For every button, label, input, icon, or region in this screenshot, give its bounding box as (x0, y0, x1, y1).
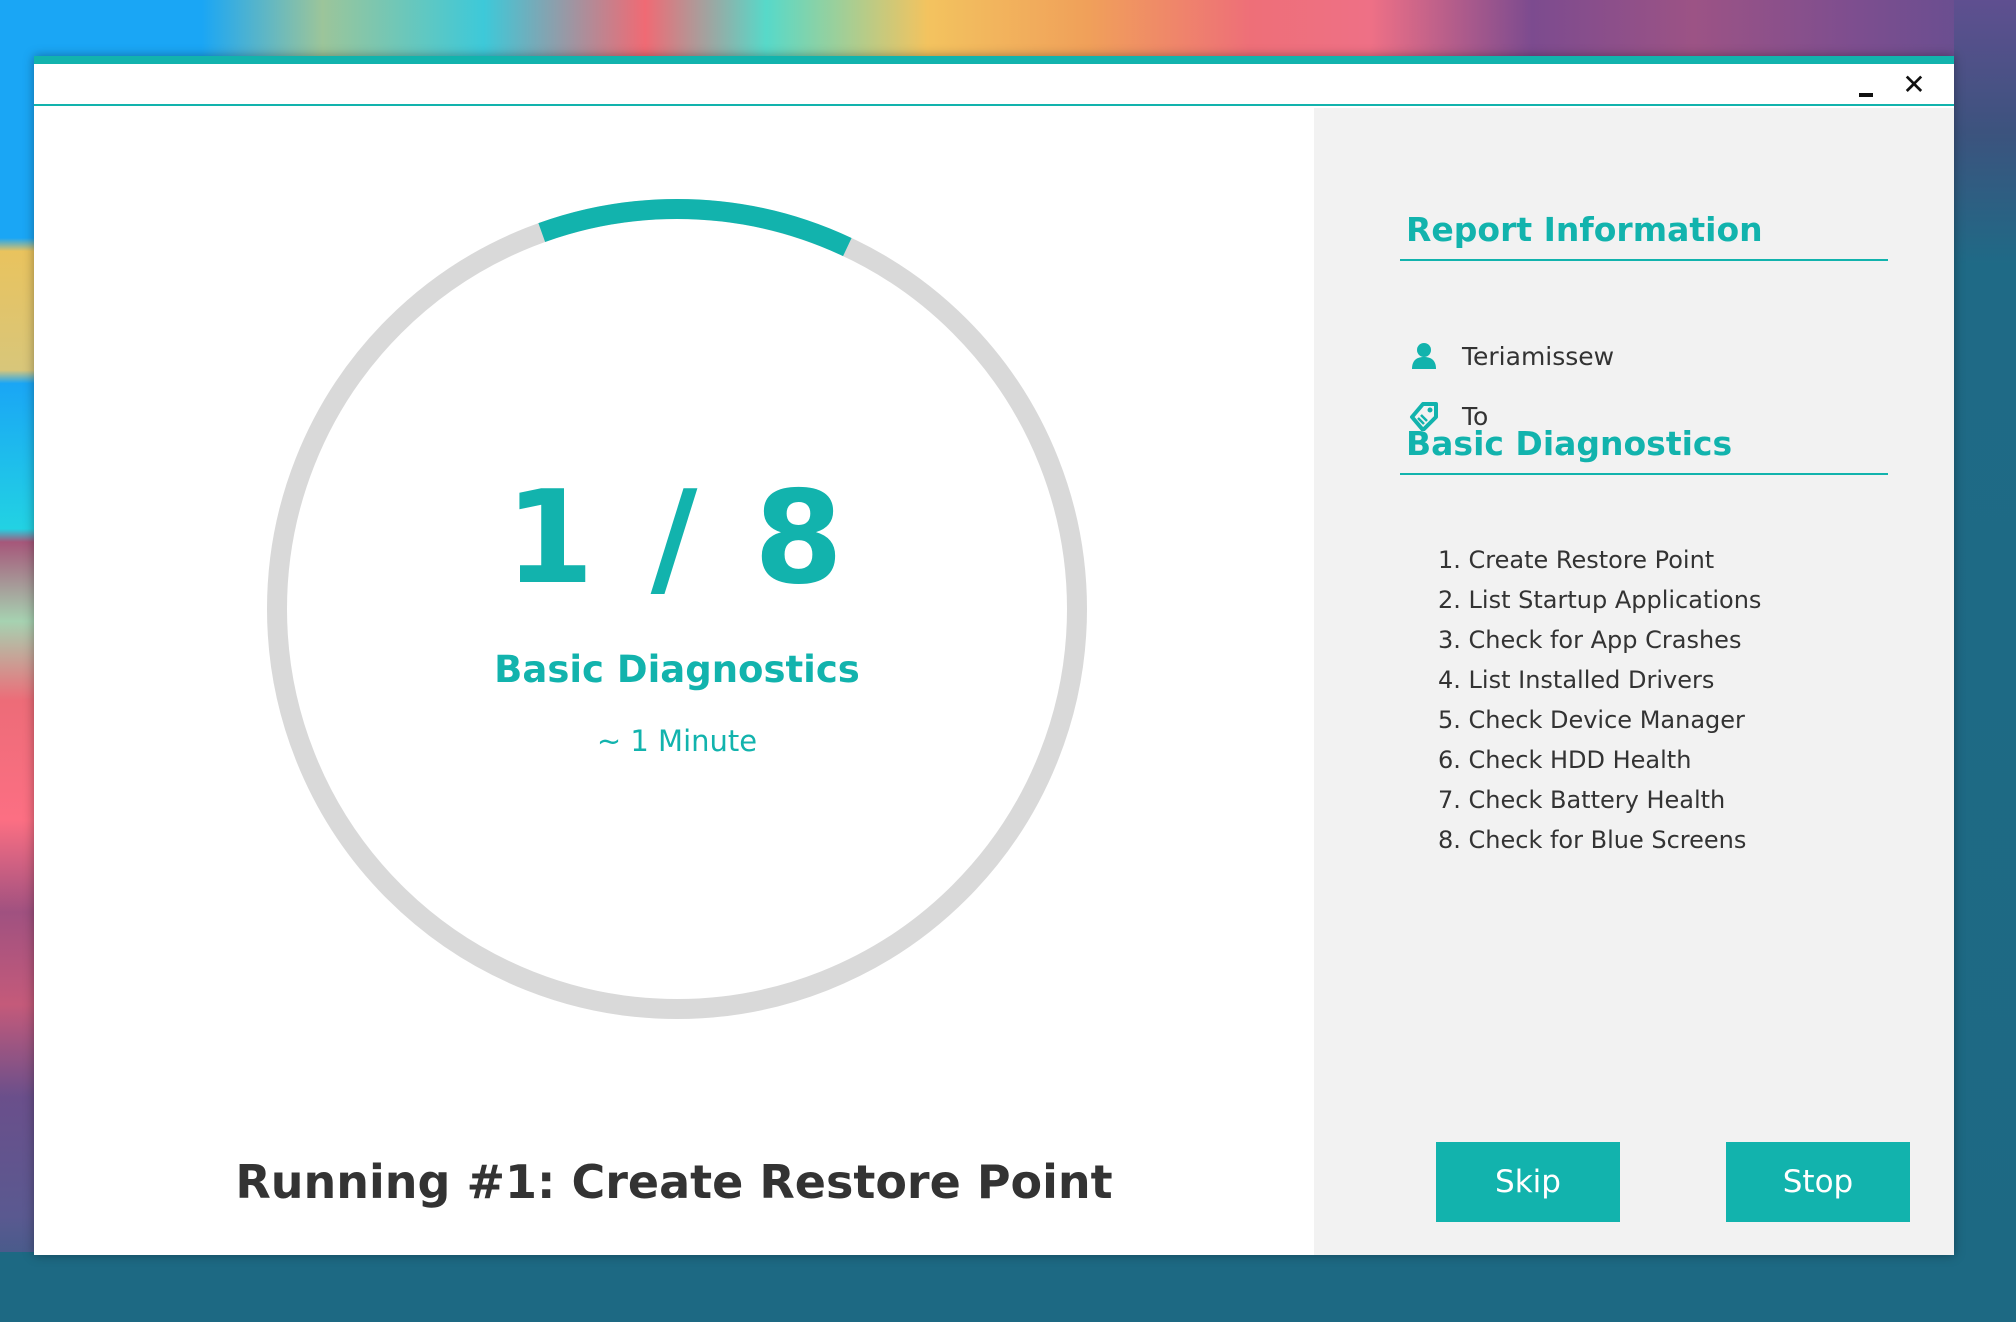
diagnostic-step: 6. Check HDD Health (1438, 746, 1692, 774)
diagnostics-window: ✕ 1 / 8 Basic Diagnostics ~ 1 Minute Run… (34, 56, 1954, 1255)
progress-panel: 1 / 8 Basic Diagnostics ~ 1 Minute Runni… (34, 108, 1314, 1255)
report-user-name: Teriamissew (1462, 341, 1615, 371)
close-icon: ✕ (1902, 67, 1926, 101)
basic-diagnostics-heading: Basic Diagnostics (1400, 424, 1888, 475)
diagnostic-step: 7. Check Battery Health (1438, 786, 1726, 814)
minimize-button[interactable] (1844, 64, 1888, 104)
diagnostic-steps-list: 1. Create Restore Point 2. List Startup … (1438, 540, 1761, 860)
report-user-row: Teriamissew (1408, 338, 1614, 374)
diagnostic-category-title: Basic Diagnostics (494, 648, 860, 691)
close-button[interactable]: ✕ (1892, 64, 1936, 104)
diagnostic-step: 5. Check Device Manager (1438, 706, 1745, 734)
diagnostic-step: 1. Create Restore Point (1438, 546, 1715, 574)
diagnostic-step: 2. List Startup Applications (1438, 586, 1762, 614)
diagnostic-step: 8. Check for Blue Screens (1438, 826, 1747, 854)
diagnostic-step: 3. Check for App Crashes (1438, 626, 1742, 654)
progress-ring: 1 / 8 Basic Diagnostics ~ 1 Minute (264, 196, 1090, 1022)
time-estimate: ~ 1 Minute (596, 724, 758, 758)
report-sidebar: Report Information Teriamissew To Basic … (1314, 108, 1954, 1255)
running-status: Running #1: Create Restore Point (235, 1155, 1113, 1209)
stop-button[interactable]: Stop (1726, 1142, 1910, 1222)
background-pattern-top (0, 0, 2016, 62)
skip-button[interactable]: Skip (1436, 1142, 1620, 1222)
report-information-heading: Report Information (1400, 210, 1888, 261)
step-counter: 1 / 8 (505, 464, 849, 613)
background-pattern-left (0, 0, 34, 1322)
window-accent-bar (34, 56, 1954, 64)
user-icon (1408, 340, 1440, 372)
diagnostic-step: 4. List Installed Drivers (1438, 666, 1715, 694)
title-bar: ✕ (34, 64, 1954, 106)
minimize-icon (1859, 93, 1873, 97)
background-pattern-right (1954, 0, 2016, 1322)
background-bottom (0, 1252, 2016, 1322)
